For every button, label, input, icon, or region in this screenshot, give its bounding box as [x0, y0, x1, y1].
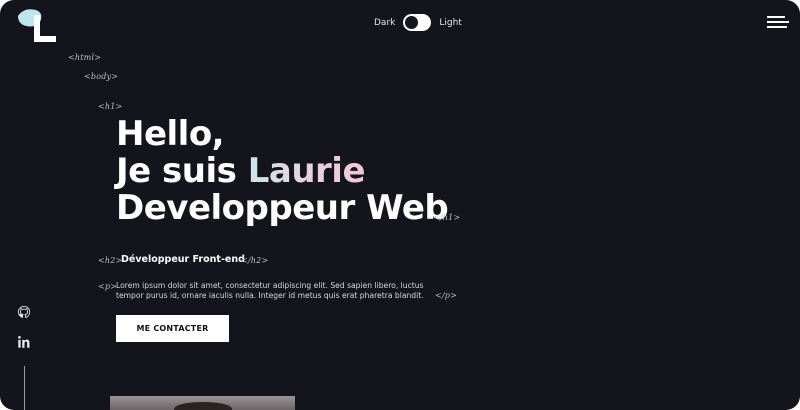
photo-hair — [174, 402, 232, 410]
p-close-tag: </p> — [435, 291, 458, 300]
profile-photo — [110, 396, 295, 410]
page: Dark Light <html> <body> <h1> Hello, Je … — [0, 0, 800, 410]
h2-open-tag: <h2> — [98, 256, 123, 265]
hamburger-menu-icon[interactable] — [767, 16, 789, 30]
hero-line-3: Developpeur Web — [116, 188, 449, 228]
theme-switch[interactable] — [403, 14, 432, 31]
hero-line-2-prefix: Je suis — [116, 151, 248, 191]
menu-line — [767, 21, 789, 23]
menu-line — [767, 16, 785, 18]
hero-line-1: Hello, — [116, 114, 225, 154]
h1-close-tag: </h1> — [433, 213, 461, 222]
intro-paragraph: Lorem ipsum dolor sit amet, consectetur … — [116, 281, 424, 300]
logo[interactable] — [16, 6, 58, 44]
theme-dark-label: Dark — [374, 17, 396, 28]
h2-close-tag: </h2> — [241, 256, 269, 265]
github-icon[interactable] — [17, 305, 31, 319]
hero-name: Laurie — [247, 151, 366, 191]
h1-open-tag: <h1> — [98, 102, 123, 111]
theme-toggle: Dark Light — [374, 14, 462, 31]
p-open-tag: <p> — [98, 282, 118, 291]
hero-heading: Hello, Je suis Laurie Developpeur Web — [116, 114, 449, 228]
switch-knob — [405, 16, 419, 29]
linkedin-icon[interactable] — [17, 335, 31, 349]
social-divider — [24, 366, 25, 410]
subtitle: Développeur Front-end — [121, 254, 245, 265]
html-open-tag: <html> — [68, 53, 102, 62]
body-open-tag: <body> — [84, 72, 119, 81]
menu-line — [767, 26, 787, 28]
contact-button[interactable]: ME CONTACTER — [116, 315, 229, 342]
hero-line-2: Je suis Laurie — [116, 153, 448, 190]
theme-light-label: Light — [439, 17, 462, 28]
